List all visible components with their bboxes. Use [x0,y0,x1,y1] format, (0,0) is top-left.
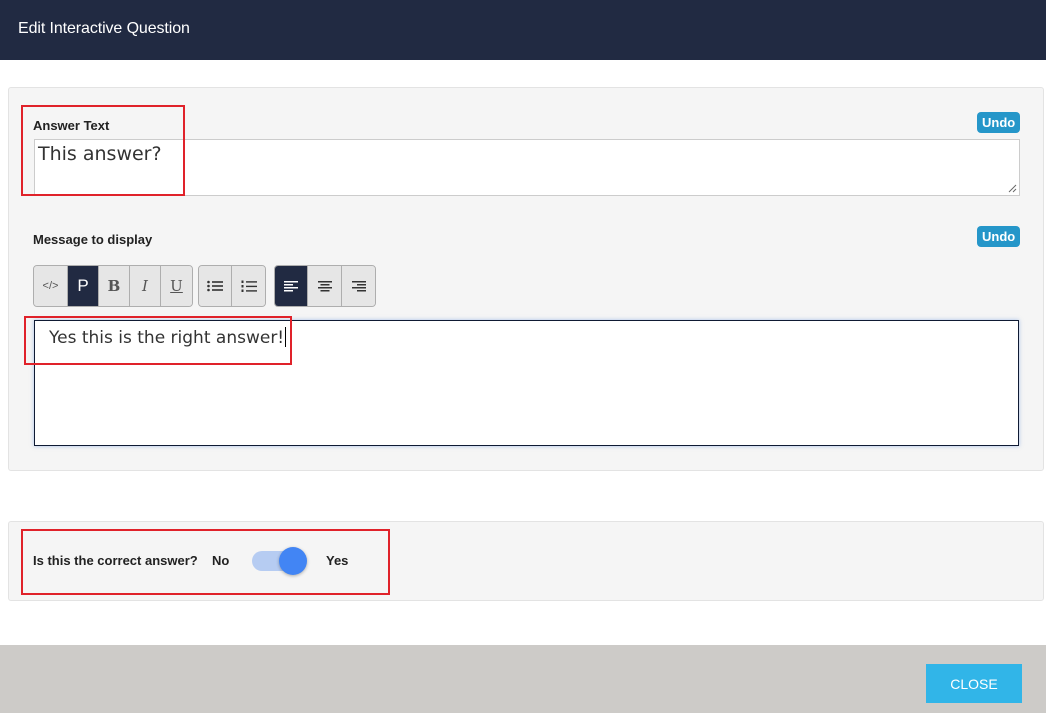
resize-grip-icon[interactable] [1008,184,1017,193]
bullet-list-button[interactable] [199,266,232,306]
message-label: Message to display [33,232,153,247]
dialog-title: Edit Interactive Question [18,20,190,37]
align-right-button[interactable] [342,266,375,306]
align-center-button[interactable] [308,266,342,306]
align-toolbar-group [274,265,376,307]
align-center-icon [317,280,332,291]
numbered-list-icon [241,280,257,292]
bold-button[interactable]: B [99,266,130,306]
dialog-footer: CLOSE [0,645,1046,713]
code-view-button[interactable]: </> [34,266,68,306]
message-undo-button[interactable]: Undo [977,226,1021,247]
numbered-list-button[interactable] [232,266,265,306]
italic-button[interactable]: I [130,266,161,306]
format-toolbar-group: </> P B I U [33,265,193,307]
align-left-icon [284,280,298,291]
paragraph-button[interactable]: P [68,266,99,306]
answer-undo-button[interactable]: Undo [977,112,1021,133]
align-left-button[interactable] [275,266,308,306]
list-toolbar-group [198,265,266,307]
align-right-icon [351,280,366,291]
underline-button[interactable]: U [161,266,192,306]
highlight-box-message [24,316,292,365]
highlight-box-answer [21,105,185,196]
close-button[interactable]: CLOSE [926,664,1022,703]
bullet-list-icon [207,280,223,292]
highlight-box-correct [21,529,390,595]
dialog-header: Edit Interactive Question [0,0,1046,60]
